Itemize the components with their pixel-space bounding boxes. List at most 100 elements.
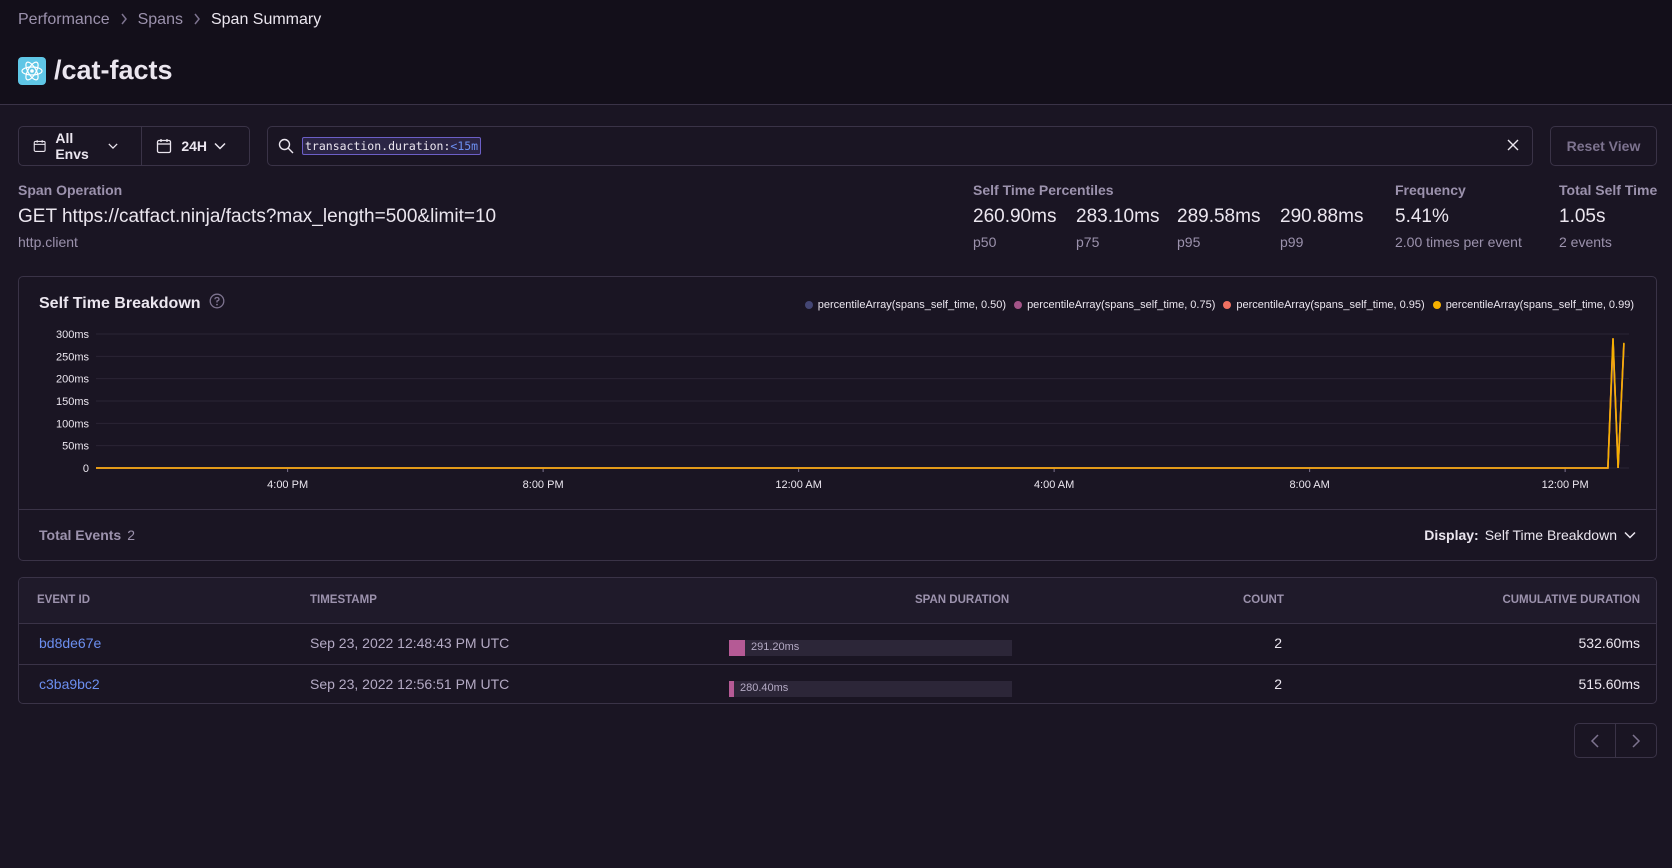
x-tick-label: 12:00 PM (1542, 479, 1589, 491)
legend-label: percentileArray(spans_self_time, 0.99) (1445, 299, 1634, 311)
help-icon[interactable] (209, 293, 225, 314)
chart-legend: percentileArray(spans_self_time, 0.50) pe… (797, 299, 1634, 311)
p95-value: 289.58ms (1177, 206, 1261, 227)
p95-label: p95 (1177, 234, 1201, 250)
legend-item[interactable]: percentileArray(spans_self_time, 0.95) (1223, 299, 1425, 311)
p99-label: p99 (1280, 234, 1304, 250)
chevron-down-icon (1624, 531, 1636, 539)
previous-page-button[interactable] (1575, 724, 1615, 757)
x-tick-label: 8:00 PM (523, 479, 564, 491)
header-timestamp[interactable]: TIMESTAMP (310, 594, 377, 606)
frequency-sub: 2.00 times per event (1395, 234, 1522, 250)
legend-dot (804, 301, 813, 309)
event-id-link[interactable]: c3ba9bc2 (39, 676, 100, 692)
chevron-left-icon (1590, 733, 1599, 748)
x-tick-label: 12:00 AM (775, 479, 821, 491)
span-duration-text: 280.40ms (740, 682, 789, 694)
search-token-key: transaction.duration: (305, 139, 451, 153)
calendar-icon (33, 140, 46, 152)
chevron-right-icon (120, 12, 128, 28)
self-time-chart-panel: Self Time Breakdown percentileArray(span… (18, 276, 1657, 561)
span-operation-label: Span Operation (18, 182, 123, 198)
x-tick-label: 8:00 AM (1289, 479, 1329, 491)
search-token-value: <15m (450, 139, 479, 153)
page-filter-bar: All Envs 24H (18, 126, 250, 166)
p99-value: 290.88ms (1280, 206, 1364, 227)
table-row: bd8de67e Sep 23, 2022 12:48:43 PM UTC 29… (19, 624, 1656, 664)
page-title: /cat-facts (54, 55, 173, 85)
p75-value: 283.10ms (1076, 206, 1160, 227)
legend-item[interactable]: percentileArray(spans_self_time, 0.75) (1014, 299, 1215, 311)
search-input[interactable]: transaction.duration:<15m (267, 126, 1533, 166)
span-op: http.client (18, 234, 78, 250)
date-range-label: 24H (181, 138, 207, 154)
breadcrumb: Performance Spans Span Summary (18, 11, 321, 29)
y-tick-label: 200ms (56, 374, 90, 386)
environment-selector[interactable]: All Envs (19, 127, 141, 165)
y-tick-label: 100ms (56, 418, 90, 430)
chevron-right-icon (193, 12, 201, 28)
react-icon (18, 56, 46, 85)
pagination (1574, 723, 1657, 758)
span-duration-text: 291.20ms (751, 641, 800, 653)
y-tick-label: 150ms (56, 396, 90, 408)
legend-dot (1432, 301, 1441, 309)
frequency-label: Frequency (1395, 182, 1466, 198)
event-timestamp: Sep 23, 2022 12:56:51 PM UTC (310, 676, 510, 692)
y-tick-label: 50ms (62, 441, 89, 453)
calendar-icon (157, 139, 172, 154)
breadcrumb-performance[interactable]: Performance (18, 11, 110, 29)
event-cumulative-duration: 515.60ms (1578, 676, 1640, 692)
date-range-selector[interactable]: 24H (141, 127, 249, 165)
header-event-id[interactable]: EVENT ID (37, 594, 90, 606)
header-count[interactable]: COUNT (1243, 594, 1284, 606)
total-self-time-value: 1.05s (1559, 206, 1606, 227)
p75-label: p75 (1076, 234, 1100, 250)
reset-view-button[interactable]: Reset View (1550, 126, 1657, 166)
event-count: 2 (1274, 676, 1282, 692)
span-events-table: EVENT ID TIMESTAMP SPAN DURATION COUNT C… (18, 577, 1657, 704)
series-line-2 (96, 338, 1625, 469)
p50-value: 260.90ms (973, 206, 1057, 227)
table-header: EVENT ID TIMESTAMP SPAN DURATION COUNT C… (19, 578, 1656, 624)
breadcrumb-spans[interactable]: Spans (138, 11, 183, 29)
legend-label: percentileArray(spans_self_time, 0.95) (1236, 299, 1425, 311)
legend-item[interactable]: percentileArray(spans_self_time, 0.50) (804, 299, 1007, 311)
y-tick-label: 300ms (56, 329, 90, 341)
span-duration-bar: 280.40ms (729, 681, 1012, 697)
search-icon (278, 138, 294, 154)
x-tick-label: 4:00 AM (1034, 479, 1074, 491)
chevron-down-icon (214, 142, 226, 150)
chart-title: Self Time Breakdown (39, 294, 201, 312)
table-row: c3ba9bc2 Sep 23, 2022 12:56:51 PM UTC 28… (19, 664, 1656, 703)
event-cumulative-duration: 532.60ms (1578, 635, 1640, 651)
span-duration-fill (729, 640, 745, 656)
series-line-3 (96, 338, 1625, 469)
frequency-value: 5.41% (1395, 206, 1449, 227)
header-span-duration[interactable]: SPAN DURATION (915, 594, 1009, 606)
next-page-button[interactable] (1615, 724, 1656, 757)
total-events-label: Total Events (39, 527, 122, 543)
x-tick-label: 4:00 PM (267, 479, 308, 491)
event-id-link[interactable]: bd8de67e (39, 635, 101, 651)
legend-dot (1014, 301, 1023, 309)
series-line-0 (96, 347, 1625, 469)
display-selector[interactable]: Display: Self Time Breakdown (1424, 527, 1636, 543)
p50-label: p50 (973, 234, 997, 250)
span-description: GET https://catfact.ninja/facts?max_leng… (18, 206, 497, 227)
search-token[interactable]: transaction.duration:<15m (302, 137, 482, 155)
total-events-value: 2 (127, 527, 135, 543)
legend-label: percentileArray(spans_self_time, 0.50) (817, 299, 1007, 311)
chart-plot: 0 50ms 100ms 150ms 200ms 250ms 300ms 4:00 PM 8:0… (56, 329, 1629, 491)
y-tick-label: 0 (83, 463, 89, 475)
page-header: Performance Spans Span Summary /cat-fact… (0, 0, 1672, 105)
clear-search-icon[interactable] (1506, 138, 1520, 155)
display-label: Display: (1424, 527, 1479, 543)
header-cumulative-duration[interactable]: CUMULATIVE DURATION (1502, 594, 1640, 606)
legend-dot (1223, 301, 1232, 309)
environment-label: All Envs (55, 130, 89, 162)
legend-item[interactable]: percentileArray(spans_self_time, 0.99) (1432, 299, 1634, 311)
total-self-time-sub: 2 events (1559, 234, 1612, 250)
event-count: 2 (1274, 635, 1282, 651)
event-timestamp: Sep 23, 2022 12:48:43 PM UTC (310, 635, 510, 651)
